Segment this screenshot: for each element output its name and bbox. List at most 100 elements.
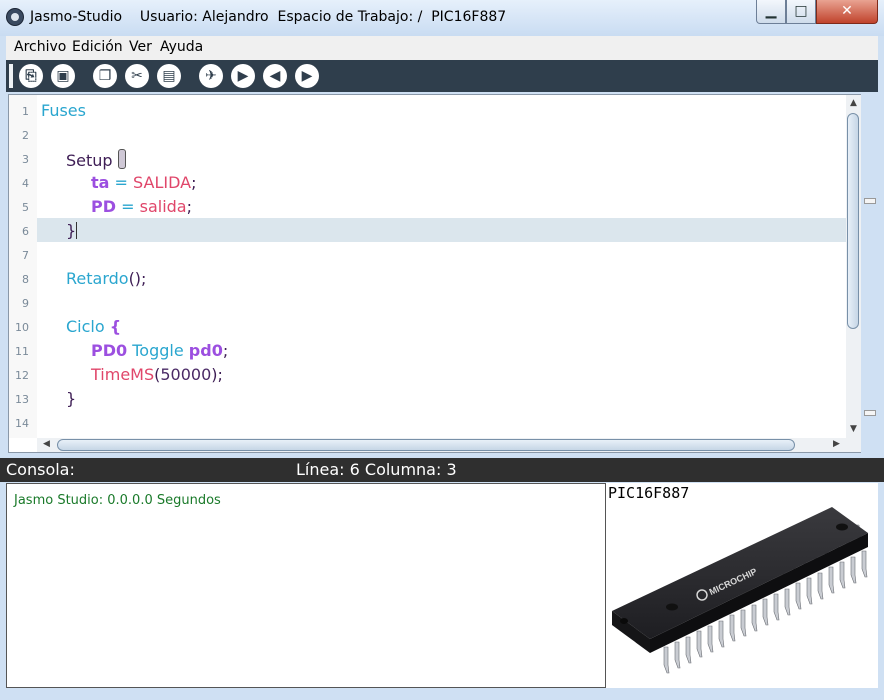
line-number: 2 — [22, 129, 29, 142]
maximize-button[interactable]: □ — [786, 0, 816, 24]
code-line-3: Setup — [66, 149, 126, 170]
setup-keyword: Setup — [66, 151, 113, 170]
vertical-scroll-thumb[interactable] — [847, 113, 859, 329]
window-bottom-border — [0, 688, 884, 700]
save-button[interactable]: ▣ — [51, 64, 75, 88]
console-panel[interactable]: Jasmo Studio: 0.0.0.0 Segundos — [6, 483, 606, 688]
register-name: ta — [91, 173, 110, 192]
airplane-button[interactable]: ✈ — [199, 64, 223, 88]
code-line-10: Ciclo { — [66, 317, 121, 336]
function-call: Retardo — [66, 269, 129, 288]
workspace-label: Espacio de Trabajo: / — [277, 9, 423, 25]
splitter-handle[interactable] — [864, 198, 876, 204]
menu-archivo[interactable]: Archivo — [14, 39, 66, 55]
line-number: 7 — [22, 249, 29, 262]
menu-ayuda[interactable]: Ayuda — [160, 39, 203, 55]
menu-ver[interactable]: Ver — [129, 39, 152, 55]
toggle-command: Toggle — [132, 341, 184, 360]
scroll-left-icon[interactable]: ◀ — [39, 439, 54, 449]
splitter-handle[interactable] — [864, 410, 876, 416]
semicolon: ; — [186, 197, 192, 216]
closing-brace: } — [66, 221, 77, 240]
horizontal-scroll-thumb[interactable] — [57, 439, 795, 451]
title-bar: Jasmo-Studio Usuario: Alejandro Espacio … — [0, 0, 884, 36]
code-line-8: Retardo(); — [66, 269, 146, 288]
code-line-13: } — [66, 389, 76, 408]
paste-button[interactable]: ▤ — [157, 64, 181, 88]
register-name: PD — [91, 197, 117, 216]
code-line-12: TimeMS(50000); — [91, 365, 223, 384]
user-label: Usuario: Alejandro — [139, 9, 269, 25]
scroll-corner — [846, 438, 861, 452]
copy-icon: ❐ — [98, 68, 112, 84]
app-name: Jasmo-Studio — [30, 9, 123, 25]
console-label: Consola: — [6, 460, 75, 479]
function-call: TimeMS — [91, 365, 155, 384]
scroll-right-icon[interactable]: ▶ — [829, 439, 844, 449]
line-number: 10 — [15, 321, 29, 334]
toolbar-grip[interactable] — [9, 64, 13, 88]
window-title: Jasmo-Studio Usuario: Alejandro Espacio … — [30, 9, 506, 25]
cut-icon: ✂ — [131, 68, 143, 84]
semicolon: ; — [222, 341, 229, 360]
pin-argument: pd0 — [188, 341, 223, 360]
code-editor[interactable]: 1 2 3 4 5 6 7 8 9 10 11 12 13 14 Fuses S… — [8, 94, 861, 453]
maximize-icon: □ — [794, 3, 808, 19]
status-bar: Consola: Línea: 6 Columna: 3 — [0, 458, 884, 482]
matched-brace-marker — [117, 149, 126, 169]
line-number: 1 — [22, 105, 29, 118]
menu-bar: Archivo Edición Ver Ayuda — [6, 36, 878, 61]
code-line-4: ta = SALIDA; — [91, 173, 196, 192]
semicolon: ; — [141, 269, 147, 288]
line-number: 3 — [22, 153, 29, 166]
ciclo-keyword: Ciclo — [66, 317, 105, 336]
semicolon: ; — [217, 365, 223, 384]
toolbar: ⎘ ▣ ❐ ✂ ▤ ✈ ▶ ◀ ▶ — [6, 60, 878, 92]
device-preview-panel: PIC16F887 MICROCHIP — [606, 483, 878, 688]
pin-name: PD0 — [91, 341, 128, 360]
app-logo-icon — [6, 8, 24, 26]
opening-brace: { — [109, 317, 122, 336]
cut-button[interactable]: ✂ — [125, 64, 149, 88]
copy-button[interactable]: ❐ — [93, 64, 117, 88]
assign-operator: = — [114, 173, 128, 192]
code-line-5: PD = salida; — [91, 197, 192, 216]
line-number: 6 — [22, 225, 29, 238]
scroll-down-icon[interactable]: ▼ — [846, 424, 861, 434]
save-icon: ▣ — [56, 68, 70, 84]
horizontal-scrollbar[interactable]: ◀ ▶ — [37, 438, 846, 452]
code-line-11: PD0 Toggle pd0; — [91, 341, 228, 360]
line-number-gutter: 1 2 3 4 5 6 7 8 9 10 11 12 13 14 — [9, 95, 37, 438]
arrow-left-icon: ◀ — [269, 68, 281, 84]
text-caret — [76, 222, 78, 239]
code-line-1: Fuses — [41, 101, 86, 120]
code-text-area[interactable]: Fuses Setup ta = SALIDA; PD = salida; } … — [37, 95, 846, 438]
line-number: 8 — [22, 273, 29, 286]
minimize-button[interactable]: ▁ — [756, 0, 786, 24]
vertical-scrollbar[interactable]: ▲ ▼ — [846, 95, 861, 438]
closing-brace: } — [66, 389, 77, 408]
back-button[interactable]: ◀ — [263, 64, 287, 88]
line-number: 4 — [22, 177, 29, 190]
microcontroller-chip-image: MICROCHIP — [612, 507, 868, 674]
minimize-icon: ▁ — [765, 3, 777, 19]
run-button[interactable]: ▶ — [231, 64, 255, 88]
line-number: 12 — [15, 369, 29, 382]
paste-icon: ▤ — [162, 68, 176, 84]
fuses-keyword: Fuses — [41, 101, 86, 120]
arrow-right-icon: ▶ — [301, 68, 313, 84]
assign-operator: = — [121, 197, 135, 216]
numeric-argument: 50000 — [160, 365, 212, 384]
line-number: 11 — [15, 345, 29, 358]
register-value: salida — [139, 197, 187, 216]
scroll-up-icon[interactable]: ▲ — [846, 98, 861, 108]
close-button[interactable]: ✕ — [816, 0, 878, 24]
code-line-6: } — [66, 221, 78, 240]
new-file-button[interactable]: ⎘ — [19, 64, 43, 88]
line-number: 14 — [15, 417, 29, 430]
airplane-icon: ✈ — [205, 68, 217, 84]
new-file-icon: ⎘ — [25, 68, 37, 84]
menu-edicion[interactable]: Edición — [72, 39, 123, 55]
play-icon: ▶ — [237, 68, 249, 84]
forward-button[interactable]: ▶ — [295, 64, 319, 88]
